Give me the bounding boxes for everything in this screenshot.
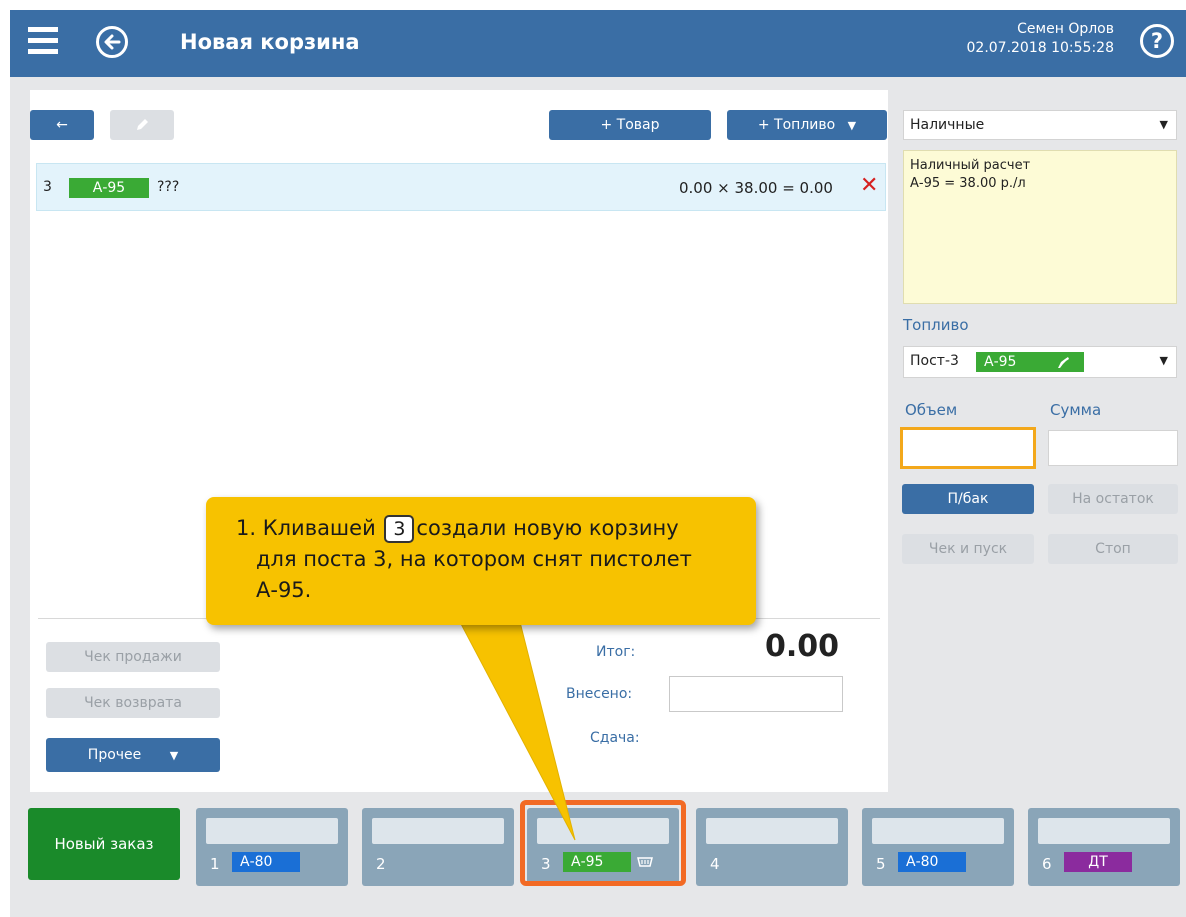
- chevron-down-icon: ▼: [1159, 354, 1168, 367]
- post-fuel-tag: А-80: [232, 852, 300, 872]
- fuel-nozzle-icon: [1058, 357, 1069, 368]
- post-slot: [872, 818, 1004, 844]
- fuel-tag: А-95: [976, 352, 1084, 372]
- selected-post-highlight: [520, 800, 686, 886]
- payment-info: Наличный расчет А-95 = 38.00 р./л: [903, 150, 1177, 304]
- help-icon[interactable]: ?: [1140, 24, 1174, 58]
- payment-selected: Наличные: [910, 117, 985, 133]
- sale-receipt-button[interactable]: Чек продажи: [46, 642, 220, 672]
- other-button[interactable]: Прочее ▼: [46, 738, 220, 772]
- remove-icon[interactable]: ✕: [860, 175, 878, 197]
- back-button[interactable]: ←: [30, 110, 94, 140]
- app-window: Новая корзина Семен Орлов 02.07.2018 10:…: [10, 10, 1186, 917]
- tooltip-key: 3: [384, 515, 415, 543]
- tooltip-line-2: для поста 3, на котором снят пистолет: [256, 547, 692, 571]
- post-card-6[interactable]: 6 ДТ: [1028, 808, 1180, 886]
- chevron-down-icon: ▼: [847, 119, 857, 132]
- other-label: Прочее: [87, 747, 142, 763]
- total-value: 0.00: [765, 629, 840, 664]
- volume-input[interactable]: [900, 427, 1036, 469]
- new-order-button[interactable]: Новый заказ: [28, 808, 180, 880]
- post-number: 1: [210, 855, 220, 873]
- return-receipt-button[interactable]: Чек возврата: [46, 688, 220, 718]
- add-product-button[interactable]: + Товар: [549, 110, 711, 140]
- stop-button[interactable]: Стоп: [1048, 534, 1178, 564]
- fuel-post-select[interactable]: Пост-3 А-95 ▼: [903, 346, 1177, 378]
- post-fuel-tag: А-80: [898, 852, 966, 872]
- user-name: Семен Орлов: [1017, 21, 1114, 37]
- tutorial-tooltip: 1. Кливашей 3 создали новую корзину для п…: [206, 497, 756, 625]
- row-product-name: ???: [157, 179, 180, 195]
- post-card-2[interactable]: 2: [362, 808, 514, 886]
- add-fuel-label: + Топливо: [757, 117, 836, 133]
- chevron-down-icon: ▼: [1159, 118, 1168, 131]
- volume-label: Объем: [905, 401, 958, 419]
- change-label: Сдача:: [590, 730, 640, 746]
- paid-input[interactable]: [669, 676, 843, 712]
- tooltip-line-1-suffix: создали новую корзину: [416, 516, 679, 540]
- post-slot: [206, 818, 338, 844]
- chevron-down-icon: ▼: [169, 749, 179, 762]
- add-fuel-button[interactable]: + Топливо ▼: [727, 110, 887, 140]
- post-card-5[interactable]: 5 А-80: [862, 808, 1014, 886]
- payment-select[interactable]: Наличные ▼: [903, 110, 1177, 140]
- post-number: 2: [376, 855, 386, 873]
- total-label: Итог:: [596, 644, 636, 660]
- remainder-button[interactable]: На остаток: [1048, 484, 1178, 514]
- hamburger-menu-icon[interactable]: [28, 27, 58, 55]
- edit-button[interactable]: [110, 110, 174, 140]
- sum-label: Сумма: [1050, 401, 1102, 419]
- row-post-number: 3: [43, 179, 52, 195]
- payment-info-line: А-95 = 38.00 р./л: [910, 176, 1026, 191]
- page-title: Новая корзина: [180, 30, 360, 54]
- row-calculation: 0.00 × 38.00 = 0.00: [679, 179, 833, 197]
- tooltip-line-1-prefix: 1. Кливашей: [236, 516, 376, 540]
- post-card-4[interactable]: 4: [696, 808, 848, 886]
- datetime: 02.07.2018 10:55:28: [966, 40, 1115, 56]
- tooltip-line-3: А-95.: [256, 578, 312, 602]
- paid-label: Внесено:: [566, 686, 633, 702]
- post-slot: [706, 818, 838, 844]
- post-number: 6: [1042, 855, 1052, 873]
- post-fuel-tag: ДТ: [1064, 852, 1132, 872]
- header-bar: Новая корзина Семен Орлов 02.07.2018 10:…: [10, 10, 1186, 77]
- check-and-start-button[interactable]: Чек и пуск: [902, 534, 1034, 564]
- fuel-section-label: Топливо: [903, 316, 969, 334]
- basket-panel: ← + Товар + Топливо ▼ 3 А-95 ??? 0.00 × …: [30, 90, 888, 792]
- fuel-tag-label: А-95: [984, 354, 1017, 370]
- sum-input[interactable]: [1048, 430, 1178, 466]
- row-fuel-tag: А-95: [69, 178, 149, 198]
- tooltip-line-1: 1. Кливашей 3 создали новую корзину: [236, 513, 756, 544]
- post-number: 4: [710, 855, 720, 873]
- post-slot: [1038, 818, 1170, 844]
- post-card-1[interactable]: 1 А-80: [196, 808, 348, 886]
- user-info: Семен Орлов 02.07.2018 10:55:28: [967, 20, 1115, 58]
- pencil-icon: [137, 119, 148, 130]
- bottom-strip: [10, 898, 1186, 917]
- back-arrow-circle-icon[interactable]: [96, 26, 128, 58]
- full-tank-button[interactable]: П/бак: [902, 484, 1034, 514]
- post-number: 5: [876, 855, 886, 873]
- basket-row[interactable]: 3 А-95 ??? 0.00 × 38.00 = 0.00 ✕: [36, 163, 886, 211]
- fuel-post-label: Пост-3: [910, 353, 959, 369]
- post-slot: [372, 818, 504, 844]
- payment-info-line: Наличный расчет: [910, 158, 1031, 173]
